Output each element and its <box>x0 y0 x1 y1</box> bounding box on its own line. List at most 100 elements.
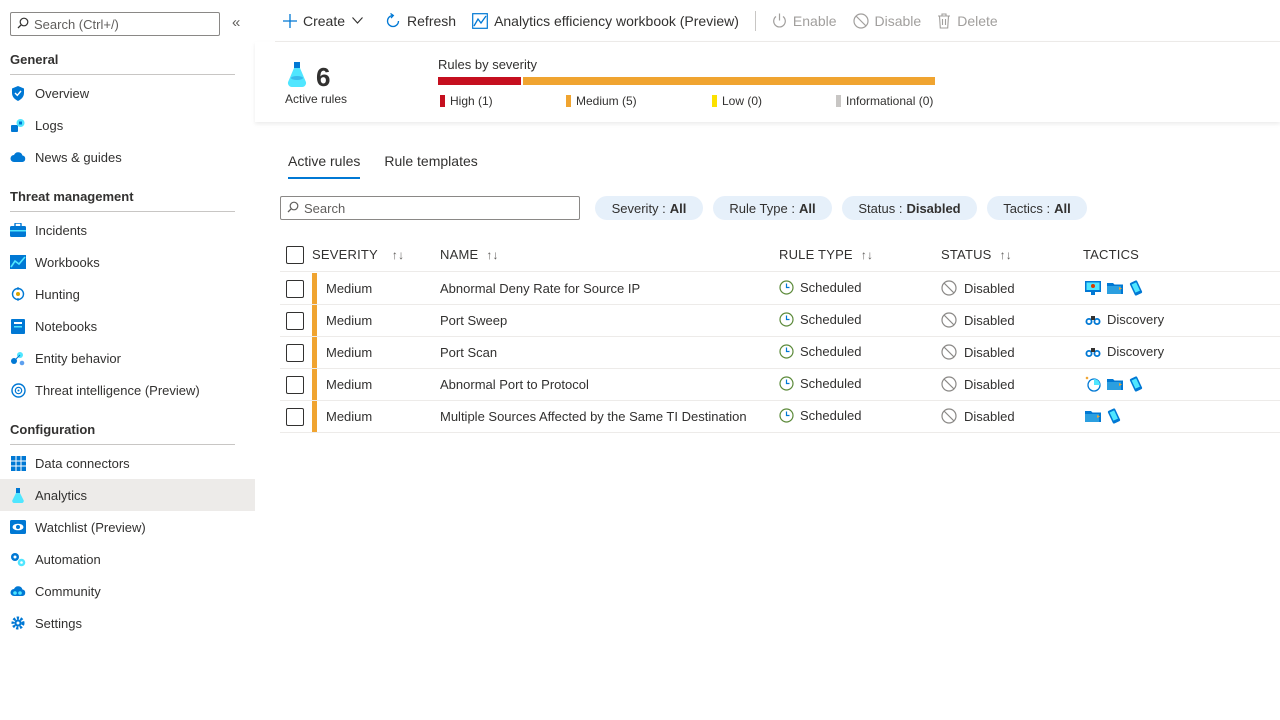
gear-icon <box>10 615 26 631</box>
legend-label: Medium (5) <box>576 94 637 108</box>
sidebar-item-workbooks[interactable]: Workbooks <box>0 246 255 278</box>
sidebar-item-hunting[interactable]: Hunting <box>0 278 255 310</box>
severity-indicator <box>312 305 317 336</box>
clock-icon <box>779 408 794 423</box>
refresh-button[interactable]: Refresh <box>385 12 457 29</box>
column-label: SEVERITY <box>312 247 378 262</box>
table-row[interactable]: Medium Abnormal Port to Protocol Scheduled… <box>280 369 1280 401</box>
column-name[interactable]: NAME ↑↓ <box>440 247 499 262</box>
sidebar-item-entity-behavior[interactable]: Entity behavior <box>0 342 255 374</box>
refresh-label: Refresh <box>407 12 457 29</box>
table-row[interactable]: Medium Multiple Sources Affected by the S… <box>280 401 1280 433</box>
sidebar-item-analytics[interactable]: Analytics <box>0 479 255 511</box>
status-cell: Disabled <box>941 344 1015 360</box>
blocked-icon <box>941 376 957 392</box>
sidebar-search[interactable] <box>10 12 220 36</box>
disable-button[interactable]: Disable <box>852 13 921 29</box>
select-all-checkbox[interactable] <box>286 246 304 264</box>
sidebar-item-label: News & guides <box>35 149 122 165</box>
flask-icon <box>287 62 307 91</box>
sidebar-item-logs[interactable]: Logs <box>0 109 255 141</box>
search-icon <box>17 17 29 32</box>
workbook-button[interactable]: Analytics efficiency workbook (Preview) <box>472 13 739 29</box>
column-tactics: TACTICS <box>1083 247 1139 262</box>
search-icon <box>287 201 299 216</box>
filter-value: All <box>669 200 687 216</box>
sidebar-item-label: Threat intelligence (Preview) <box>35 382 200 398</box>
legend-swatch <box>836 95 841 107</box>
sort-icon: ↑↓ <box>860 247 874 262</box>
table-row[interactable]: Medium Port Scan Scheduled Disabled Discover… <box>280 337 1280 369</box>
row-checkbox[interactable] <box>286 408 304 426</box>
severity-segment-medium <box>522 77 935 85</box>
rules-search[interactable] <box>280 196 580 220</box>
row-checkbox[interactable] <box>286 280 304 298</box>
rule-type-cell: Scheduled <box>779 312 861 327</box>
flask-icon <box>10 487 26 503</box>
table-row[interactable]: Medium Port Sweep Scheduled Disabled Discove… <box>280 305 1280 337</box>
sidebar-search-input[interactable] <box>34 16 214 32</box>
column-status[interactable]: STATUS ↑↓ <box>941 247 1012 262</box>
rule-type-cell: Scheduled <box>779 376 861 391</box>
sort-icon: ↑↓ <box>391 247 405 262</box>
enable-button[interactable]: Enable <box>772 13 837 29</box>
severity-title: Rules by severity <box>438 57 537 72</box>
sidebar-item-data-connectors[interactable]: Data connectors <box>0 447 255 479</box>
tactics-cell <box>1085 408 1127 424</box>
sidebar-item-notebooks[interactable]: Notebooks <box>0 310 255 342</box>
rule-type-filter[interactable]: Rule Type : All <box>713 196 832 220</box>
rule-name-link[interactable]: Abnormal Port to Protocol <box>440 377 589 392</box>
sidebar-item-community[interactable]: Community <box>0 575 255 607</box>
severity-segment-high <box>438 77 521 85</box>
workbook-label: Analytics efficiency workbook (Preview) <box>494 12 739 29</box>
logs-icon <box>10 117 26 133</box>
legend-swatch <box>440 95 445 107</box>
table-row[interactable]: Medium Abnormal Deny Rate for Source IP Sc… <box>280 273 1280 305</box>
row-checkbox[interactable] <box>286 376 304 394</box>
column-rule-type[interactable]: RULE TYPE ↑↓ <box>779 247 873 262</box>
refresh-icon <box>385 12 401 29</box>
sidebar-item-incidents[interactable]: Incidents <box>0 214 255 246</box>
severity-indicator <box>312 273 317 304</box>
tactics-filter[interactable]: Tactics : All <box>987 196 1087 220</box>
sidebar-item-label: Data connectors <box>35 455 130 471</box>
sidebar-item-overview[interactable]: Overview <box>0 77 255 109</box>
sidebar-item-news[interactable]: News & guides <box>0 141 255 173</box>
status-label: Disabled <box>964 376 1015 392</box>
severity-filter[interactable]: Severity : All <box>595 196 703 220</box>
blocked-icon <box>941 280 957 296</box>
sidebar-item-threat-intelligence[interactable]: Threat intelligence (Preview) <box>0 374 255 406</box>
legend-medium: Medium (5) <box>566 94 637 108</box>
status-filter[interactable]: Status : Disabled <box>842 196 977 220</box>
delete-button[interactable]: Delete <box>937 12 998 29</box>
folder-icon <box>1085 410 1101 422</box>
tactics-cell: Discovery <box>1085 312 1164 327</box>
column-severity[interactable]: SEVERITY ↑↓ <box>312 247 404 262</box>
rule-name-link[interactable]: Multiple Sources Affected by the Same TI… <box>440 409 747 424</box>
rules-search-input[interactable] <box>304 200 564 216</box>
create-button[interactable]: Create <box>283 13 369 29</box>
clock-icon <box>779 376 794 391</box>
sort-icon: ↑↓ <box>999 247 1012 262</box>
filter-label: Severity : <box>611 200 666 216</box>
tab-active-rules[interactable]: Active rules <box>288 153 361 179</box>
active-rules-label: Active rules <box>285 92 348 106</box>
sidebar-item-settings[interactable]: Settings <box>0 607 255 639</box>
delete-label: Delete <box>957 12 998 29</box>
sidebar-item-label: Analytics <box>35 487 88 503</box>
tab-rule-templates[interactable]: Rule templates <box>384 153 477 179</box>
tactics-label: Discovery <box>1107 312 1165 327</box>
workbook-chart-icon <box>472 12 488 29</box>
collapse-sidebar-icon[interactable]: « <box>232 14 240 31</box>
rule-name-link[interactable]: Abnormal Deny Rate for Source IP <box>440 281 640 296</box>
status-label: Disabled <box>964 408 1015 424</box>
row-checkbox[interactable] <box>286 312 304 330</box>
rule-name-link[interactable]: Port Sweep <box>440 313 507 328</box>
sidebar-item-watchlist[interactable]: Watchlist (Preview) <box>0 511 255 543</box>
rule-type-cell: Scheduled <box>779 344 861 359</box>
create-label: Create <box>303 12 346 29</box>
sidebar-item-automation[interactable]: Automation <box>0 543 255 575</box>
rule-name-link[interactable]: Port Scan <box>440 345 497 360</box>
row-checkbox[interactable] <box>286 344 304 362</box>
entity-icon <box>10 350 26 366</box>
